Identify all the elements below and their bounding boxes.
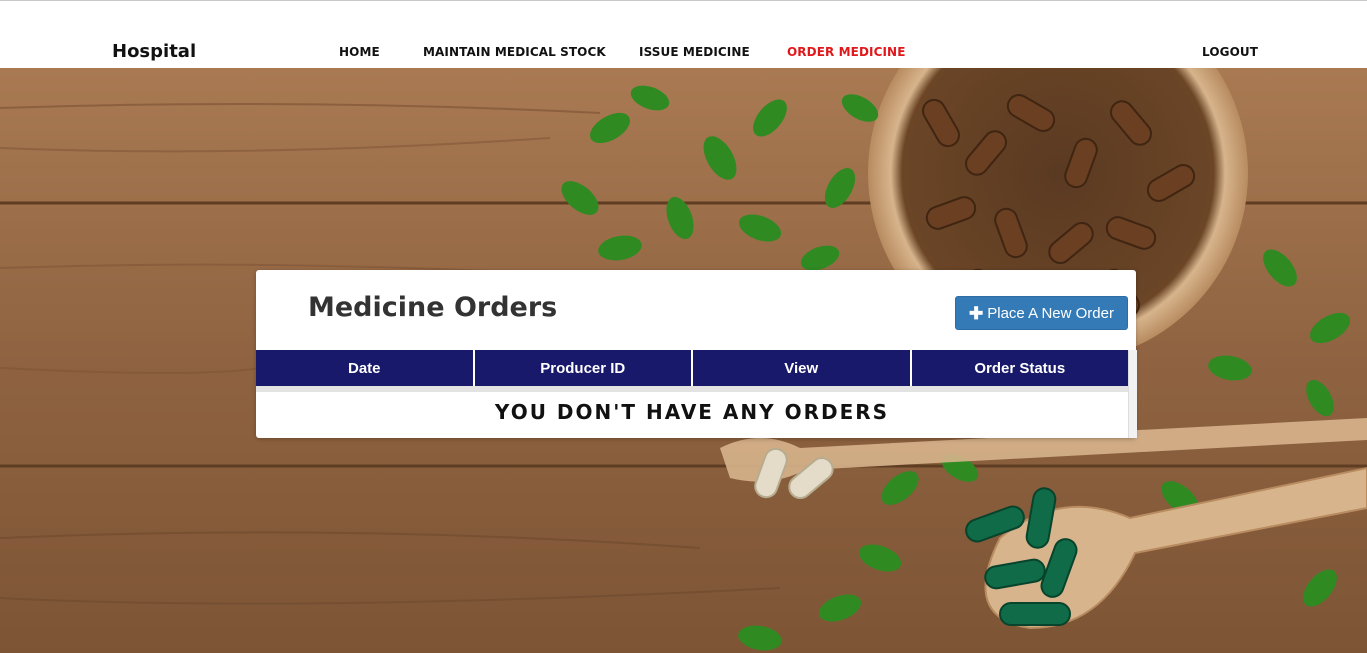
nav-issue-medicine[interactable]: ISSUE MEDICINE bbox=[639, 45, 750, 59]
place-new-order-button[interactable]: ✚ Place A New Order bbox=[955, 296, 1128, 330]
brand-logo[interactable]: Hospital bbox=[112, 41, 196, 62]
orders-table-header: Date Producer ID View Order Status bbox=[256, 350, 1128, 386]
nav-logout[interactable]: LOGOUT bbox=[1202, 45, 1258, 59]
medicine-orders-card: Medicine Orders ✚ Place A New Order Date… bbox=[256, 270, 1137, 438]
nav-order-medicine[interactable]: ORDER MEDICINE bbox=[787, 45, 906, 59]
nav-maintain-medical-stock[interactable]: MAINTAIN MEDICAL STOCK bbox=[423, 45, 606, 59]
column-producer-id: Producer ID bbox=[475, 350, 693, 386]
place-new-order-label: Place A New Order bbox=[987, 304, 1114, 322]
column-date: Date bbox=[256, 350, 475, 386]
navbar: Hospital HOME MAINTAIN MEDICAL STOCK ISS… bbox=[0, 1, 1367, 68]
nav-home[interactable]: HOME bbox=[339, 45, 380, 59]
column-order-status: Order Status bbox=[974, 359, 1066, 377]
empty-orders-message: YOU DON'T HAVE ANY ORDERS bbox=[494, 400, 890, 424]
plus-icon: ✚ bbox=[969, 303, 984, 323]
page-title: Medicine Orders bbox=[308, 292, 558, 323]
table-scroll-edge bbox=[1128, 350, 1137, 438]
table-divider bbox=[256, 386, 1128, 392]
column-view: View bbox=[693, 350, 912, 386]
